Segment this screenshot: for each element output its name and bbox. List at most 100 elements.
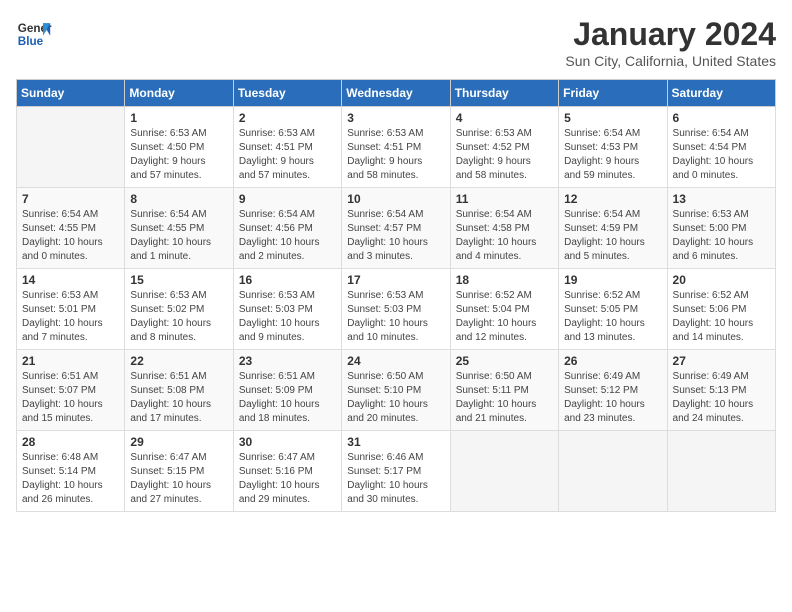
- calendar-day-cell: 15Sunrise: 6:53 AM Sunset: 5:02 PM Dayli…: [125, 269, 233, 350]
- calendar-day-cell: 1 Sunrise: 6:53 AM Sunset: 4:50 PM Daylig…: [125, 107, 233, 188]
- day-info: Sunrise: 6:54 AM Sunset: 4:57 PM Dayligh…: [347, 208, 444, 264]
- day-number: 2: [239, 111, 336, 125]
- day-info: Sunrise: 6:50 AM Sunset: 5:11 PM Dayligh…: [456, 370, 553, 426]
- day-number: 22: [130, 354, 227, 368]
- calendar-day-cell: 29Sunrise: 6:47 AM Sunset: 5:15 PM Dayli…: [125, 431, 233, 512]
- calendar-week-row: 14 Sunrise: 6:53 AM Sunset: 5:01 PM Dayli…: [17, 269, 776, 350]
- calendar-day-cell: 27 Sunrise: 6:49 AM Sunset: 5:13 PM Dayli…: [667, 350, 775, 431]
- day-number: 31: [347, 435, 444, 449]
- calendar-day-cell: 13Sunrise: 6:53 AM Sunset: 5:00 PM Dayli…: [667, 188, 775, 269]
- day-info: Sunrise: 6:54 AM Sunset: 4:56 PM Dayligh…: [239, 208, 336, 264]
- day-info: Sunrise: 6:53 AM Sunset: 4:51 PM Dayligh…: [347, 127, 444, 183]
- day-number: 7: [22, 192, 119, 206]
- day-info: Sunrise: 6:47 AM Sunset: 5:16 PM Dayligh…: [239, 451, 336, 507]
- calendar-day-cell: 16Sunrise: 6:53 AM Sunset: 5:03 PM Dayli…: [233, 269, 341, 350]
- day-info: Sunrise: 6:53 AM Sunset: 5:01 PM Dayligh…: [22, 289, 119, 345]
- day-number: 29: [130, 435, 227, 449]
- calendar-day-cell: 12Sunrise: 6:54 AM Sunset: 4:59 PM Dayli…: [559, 188, 667, 269]
- calendar-day-cell: 9 Sunrise: 6:54 AM Sunset: 4:56 PM Daylig…: [233, 188, 341, 269]
- page-header: General Blue January 2024 Sun City, Cali…: [16, 16, 776, 69]
- day-number: 21: [22, 354, 119, 368]
- day-number: 24: [347, 354, 444, 368]
- calendar-day-cell: 23 Sunrise: 6:51 AM Sunset: 5:09 PM Dayli…: [233, 350, 341, 431]
- day-info: Sunrise: 6:51 AM Sunset: 5:07 PM Dayligh…: [22, 370, 119, 426]
- calendar-day-cell: 5 Sunrise: 6:54 AM Sunset: 4:53 PM Daylig…: [559, 107, 667, 188]
- logo-icon: General Blue: [16, 16, 52, 52]
- logo: General Blue: [16, 16, 52, 52]
- day-info: Sunrise: 6:53 AM Sunset: 4:50 PM Dayligh…: [130, 127, 227, 183]
- calendar-table: SundayMondayTuesdayWednesdayThursdayFrid…: [16, 79, 776, 512]
- day-number: 30: [239, 435, 336, 449]
- day-info: Sunrise: 6:51 AM Sunset: 5:08 PM Dayligh…: [130, 370, 227, 426]
- day-info: Sunrise: 6:54 AM Sunset: 4:54 PM Dayligh…: [673, 127, 770, 183]
- calendar-day-cell: 4Sunrise: 6:53 AM Sunset: 4:52 PM Daylig…: [450, 107, 558, 188]
- day-number: 15: [130, 273, 227, 287]
- calendar-day-cell: [450, 431, 558, 512]
- day-number: 5: [564, 111, 661, 125]
- calendar-day-cell: 21 Sunrise: 6:51 AM Sunset: 5:07 PM Dayli…: [17, 350, 125, 431]
- month-title: January 2024: [565, 16, 776, 53]
- location: Sun City, California, United States: [565, 53, 776, 69]
- day-number: 11: [456, 192, 553, 206]
- day-number: 12: [564, 192, 661, 206]
- day-info: Sunrise: 6:53 AM Sunset: 5:00 PM Dayligh…: [673, 208, 770, 264]
- weekday-header: Sunday: [17, 80, 125, 107]
- day-number: 6: [673, 111, 770, 125]
- calendar-day-cell: [559, 431, 667, 512]
- day-number: 10: [347, 192, 444, 206]
- calendar-day-cell: 7 Sunrise: 6:54 AM Sunset: 4:55 PM Daylig…: [17, 188, 125, 269]
- calendar-week-row: 7 Sunrise: 6:54 AM Sunset: 4:55 PM Daylig…: [17, 188, 776, 269]
- calendar-day-cell: 20 Sunrise: 6:52 AM Sunset: 5:06 PM Dayli…: [667, 269, 775, 350]
- weekday-header: Friday: [559, 80, 667, 107]
- calendar-day-cell: 28 Sunrise: 6:48 AM Sunset: 5:14 PM Dayli…: [17, 431, 125, 512]
- calendar-day-cell: 17 Sunrise: 6:53 AM Sunset: 5:03 PM Dayli…: [342, 269, 450, 350]
- day-number: 14: [22, 273, 119, 287]
- calendar-day-cell: 14 Sunrise: 6:53 AM Sunset: 5:01 PM Dayli…: [17, 269, 125, 350]
- day-number: 23: [239, 354, 336, 368]
- calendar-day-cell: 31Sunrise: 6:46 AM Sunset: 5:17 PM Dayli…: [342, 431, 450, 512]
- day-number: 28: [22, 435, 119, 449]
- day-number: 27: [673, 354, 770, 368]
- day-info: Sunrise: 6:53 AM Sunset: 4:51 PM Dayligh…: [239, 127, 336, 183]
- day-info: Sunrise: 6:54 AM Sunset: 4:55 PM Dayligh…: [22, 208, 119, 264]
- day-info: Sunrise: 6:54 AM Sunset: 4:58 PM Dayligh…: [456, 208, 553, 264]
- day-number: 9: [239, 192, 336, 206]
- day-number: 17: [347, 273, 444, 287]
- day-number: 1: [130, 111, 227, 125]
- calendar-day-cell: [667, 431, 775, 512]
- day-number: 26: [564, 354, 661, 368]
- calendar-week-row: 1 Sunrise: 6:53 AM Sunset: 4:50 PM Daylig…: [17, 107, 776, 188]
- calendar-week-row: 28 Sunrise: 6:48 AM Sunset: 5:14 PM Dayli…: [17, 431, 776, 512]
- title-block: January 2024 Sun City, California, Unite…: [565, 16, 776, 69]
- calendar-day-cell: 26Sunrise: 6:49 AM Sunset: 5:12 PM Dayli…: [559, 350, 667, 431]
- calendar-day-cell: [17, 107, 125, 188]
- day-number: 25: [456, 354, 553, 368]
- day-info: Sunrise: 6:48 AM Sunset: 5:14 PM Dayligh…: [22, 451, 119, 507]
- day-number: 8: [130, 192, 227, 206]
- calendar-week-row: 21 Sunrise: 6:51 AM Sunset: 5:07 PM Dayli…: [17, 350, 776, 431]
- day-number: 3: [347, 111, 444, 125]
- calendar-day-cell: 3 Sunrise: 6:53 AM Sunset: 4:51 PM Daylig…: [342, 107, 450, 188]
- day-info: Sunrise: 6:54 AM Sunset: 4:55 PM Dayligh…: [130, 208, 227, 264]
- calendar-day-cell: 2 Sunrise: 6:53 AM Sunset: 4:51 PM Daylig…: [233, 107, 341, 188]
- calendar-day-cell: 19Sunrise: 6:52 AM Sunset: 5:05 PM Dayli…: [559, 269, 667, 350]
- calendar-day-cell: 10 Sunrise: 6:54 AM Sunset: 4:57 PM Dayli…: [342, 188, 450, 269]
- weekday-header: Tuesday: [233, 80, 341, 107]
- day-info: Sunrise: 6:53 AM Sunset: 5:03 PM Dayligh…: [347, 289, 444, 345]
- day-info: Sunrise: 6:51 AM Sunset: 5:09 PM Dayligh…: [239, 370, 336, 426]
- day-info: Sunrise: 6:53 AM Sunset: 4:52 PM Dayligh…: [456, 127, 553, 183]
- weekday-header: Saturday: [667, 80, 775, 107]
- calendar-day-cell: 6 Sunrise: 6:54 AM Sunset: 4:54 PM Daylig…: [667, 107, 775, 188]
- day-info: Sunrise: 6:52 AM Sunset: 5:04 PM Dayligh…: [456, 289, 553, 345]
- day-info: Sunrise: 6:54 AM Sunset: 4:53 PM Dayligh…: [564, 127, 661, 183]
- day-number: 18: [456, 273, 553, 287]
- calendar-day-cell: 22 Sunrise: 6:51 AM Sunset: 5:08 PM Dayli…: [125, 350, 233, 431]
- calendar-day-cell: 18 Sunrise: 6:52 AM Sunset: 5:04 PM Dayli…: [450, 269, 558, 350]
- calendar-day-cell: 24Sunrise: 6:50 AM Sunset: 5:10 PM Dayli…: [342, 350, 450, 431]
- calendar-day-cell: 11 Sunrise: 6:54 AM Sunset: 4:58 PM Dayli…: [450, 188, 558, 269]
- calendar-day-cell: 30 Sunrise: 6:47 AM Sunset: 5:16 PM Dayli…: [233, 431, 341, 512]
- calendar-day-cell: 8 Sunrise: 6:54 AM Sunset: 4:55 PM Daylig…: [125, 188, 233, 269]
- day-info: Sunrise: 6:49 AM Sunset: 5:13 PM Dayligh…: [673, 370, 770, 426]
- day-number: 20: [673, 273, 770, 287]
- day-info: Sunrise: 6:52 AM Sunset: 5:06 PM Dayligh…: [673, 289, 770, 345]
